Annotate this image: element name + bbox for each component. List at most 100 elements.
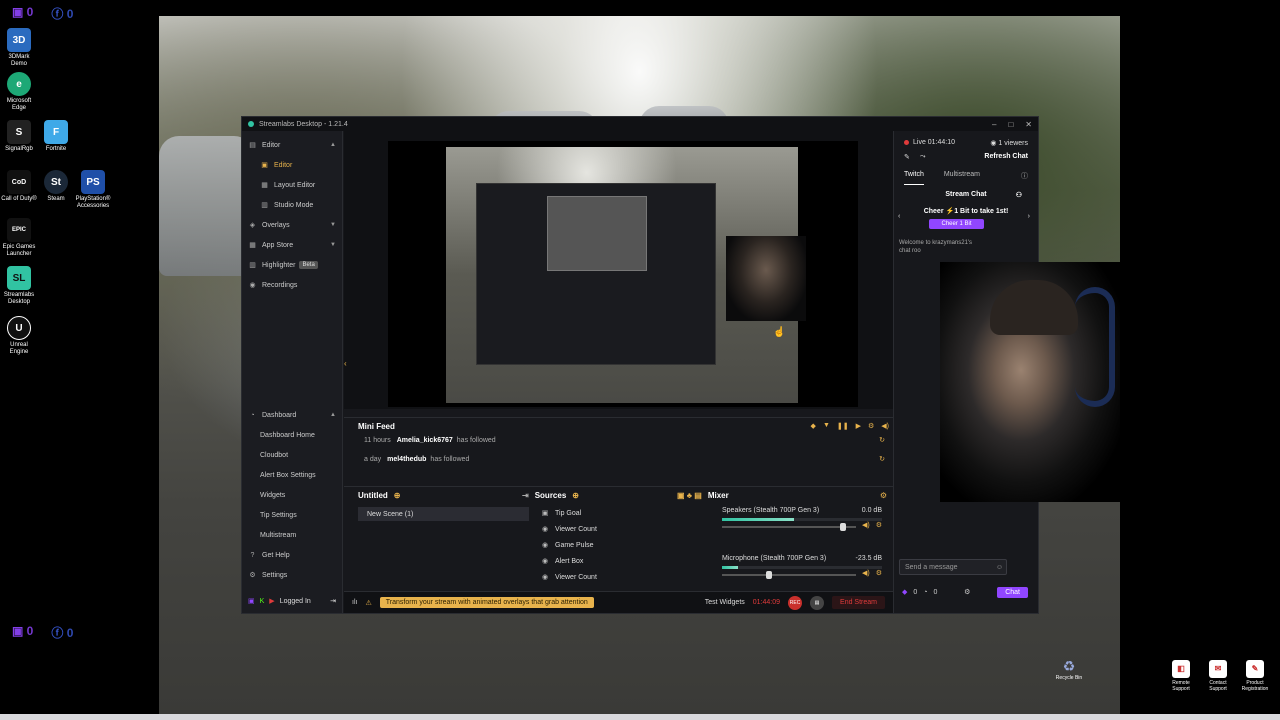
edit-icon[interactable]: ✎	[904, 153, 910, 161]
chat-message-input[interactable]: Send a message ☺	[899, 559, 1007, 575]
desktop-icon-unreal[interactable]: U Unreal Engine	[0, 316, 38, 356]
desktop-icon-streamlabs[interactable]: SL Streamlabs Desktop	[0, 266, 38, 306]
shield-icon[interactable]: ◆	[811, 422, 816, 430]
sidebar-item-widgets[interactable]: Widgets	[242, 485, 342, 505]
gear-icon[interactable]: ⚙	[876, 521, 882, 529]
kick-icon[interactable]: K	[260, 598, 265, 605]
bits-icon[interactable]: ◆	[902, 588, 907, 596]
sidebar-item-get-help[interactable]: ? Get Help	[242, 545, 342, 565]
stream-preview[interactable]: ‹	[344, 131, 893, 409]
sidebar-item-dashboard[interactable]: ◔ Dashboard ▲	[242, 405, 342, 425]
twitch-icon[interactable]: ▣	[248, 597, 255, 605]
tab-twitch[interactable]: Twitch	[904, 171, 924, 185]
desktop-icon-product-registration[interactable]: ✎ Product Registration	[1240, 660, 1270, 692]
sidebar-item-editor-sub[interactable]: ▣ Editor	[242, 155, 342, 175]
desktop-icon-contact-support[interactable]: ✉ Contact Support	[1203, 660, 1233, 692]
gear-icon[interactable]: ⚙	[964, 588, 970, 596]
desktop-icon-remote-support[interactable]: ◧ Remote Support	[1166, 660, 1196, 692]
beta-badge: Beta	[299, 261, 318, 269]
tab-multistream[interactable]: Multistream	[944, 171, 980, 185]
scene-item[interactable]: New Scene (1)	[358, 507, 529, 521]
chat-send-button[interactable]: Chat	[997, 586, 1028, 598]
source-tools-icon[interactable]: ▣ ♣ ▤	[677, 491, 702, 500]
source-item[interactable]: ◉ Viewer Count	[540, 521, 704, 537]
preview-canvas[interactable]	[388, 141, 858, 407]
filter-icon[interactable]: ▼	[823, 422, 830, 430]
sidebar-item-highlighter[interactable]: ▥ Highlighter Beta	[242, 255, 342, 275]
desktop-icon-epic[interactable]: EPIC Epic Games Launcher	[0, 218, 38, 258]
sidebar-item-layout-editor[interactable]: ▦ Layout Editor	[242, 175, 342, 195]
gear-icon[interactable]: ⚙	[876, 569, 882, 577]
sidebar-item-tip-settings[interactable]: Tip Settings	[242, 505, 342, 525]
end-stream-button[interactable]: End Stream	[832, 596, 885, 609]
mute-icon[interactable]: ◀)	[862, 569, 870, 577]
source-item[interactable]: ▣ Tip Goal	[540, 505, 704, 521]
desktop-icon-label: Microsoft Edge	[6, 98, 32, 111]
sidebar-item-alert-box-settings[interactable]: Alert Box Settings	[242, 465, 342, 485]
emote-icon[interactable]: ☺	[996, 564, 1003, 571]
desktop-icon-cod[interactable]: CoD Call of Duty®	[0, 170, 38, 203]
desktop-icon-edge[interactable]: e Microsoft Edge	[0, 72, 38, 112]
collapse-left-icon[interactable]: ‹	[344, 359, 347, 368]
promo-banner[interactable]: Transform your stream with animated over…	[379, 597, 594, 608]
eye-icon[interactable]: ◉	[540, 573, 550, 581]
replay-icon[interactable]: ↻	[879, 455, 885, 463]
source-item[interactable]: ◉ Viewer Count	[540, 569, 704, 585]
source-item[interactable]: ◉ Game Pulse	[540, 537, 704, 553]
volume-knob[interactable]	[839, 523, 846, 531]
share-icon[interactable]: ⤳	[920, 153, 926, 161]
desktop-icon-recycle-bin[interactable]: ♻ Recycle Bin	[1055, 658, 1083, 681]
minimize-icon[interactable]: –	[992, 120, 996, 129]
pause-icon[interactable]: ❚❚	[837, 422, 849, 430]
desktop-icon-signalrgb[interactable]: S SignalRgb	[0, 120, 38, 153]
volume-slider[interactable]	[722, 571, 856, 579]
eye-icon[interactable]: ◉	[540, 557, 550, 565]
mini-feed-title: Mini Feed	[358, 422, 395, 431]
sidebar-item-dashboard-home[interactable]: Dashboard Home	[242, 425, 342, 445]
replay-icon[interactable]: ↻	[879, 436, 885, 444]
logout-icon[interactable]: ⇥	[330, 597, 336, 605]
maximize-icon[interactable]: □	[1008, 120, 1013, 129]
window-title: Streamlabs Desktop - 1.21.4	[259, 120, 348, 128]
test-widgets-button[interactable]: Test Widgets	[705, 599, 745, 606]
add-source-icon[interactable]: ⊕	[572, 491, 579, 500]
sidebar-item-overlays[interactable]: ◈ Overlays ▼	[242, 215, 342, 235]
refresh-chat-button[interactable]: Refresh Chat	[984, 153, 1028, 160]
cheer-banner: Cheer ⚡1 Bit to take 1st!	[923, 208, 1009, 215]
volume-icon[interactable]: ◀)	[881, 422, 889, 430]
cheer-button[interactable]: Cheer 1 Bit	[929, 219, 984, 229]
gear-icon[interactable]: ⚙	[868, 422, 874, 430]
desktop-icon-playstation[interactable]: PS PlayStation® Accessories	[74, 170, 112, 210]
sidebar-item-studio-mode[interactable]: ▥ Studio Mode	[242, 195, 342, 215]
volume-slider[interactable]	[722, 523, 856, 531]
desktop-icon-steam[interactable]: St Steam	[37, 170, 75, 203]
info-icon[interactable]: ⓘ	[1021, 171, 1028, 185]
add-scene-icon[interactable]: ⊕	[394, 491, 401, 500]
close-icon[interactable]: ✕	[1025, 120, 1032, 129]
chevron-left-icon[interactable]: ‹	[898, 213, 900, 220]
source-visibility-icon[interactable]: ▣	[540, 509, 550, 517]
skip-icon[interactable]: ▶	[856, 422, 861, 430]
sidebar-item-app-store[interactable]: ▦ App Store ▼	[242, 235, 342, 255]
performance-icon[interactable]: ılı	[352, 599, 357, 606]
sidebar-item-settings[interactable]: ⚙ Settings	[242, 565, 342, 585]
points-icon[interactable]: ◔	[923, 589, 927, 596]
record-button[interactable]: REC	[788, 595, 803, 610]
desktop-icon-3dmark[interactable]: 3D 3DMark Demo	[0, 28, 38, 68]
youtube-icon[interactable]: ▶	[269, 597, 274, 605]
sidebar-item-recordings[interactable]: ◉ Recordings	[242, 275, 342, 295]
eye-icon[interactable]: ◉	[540, 525, 550, 533]
sidebar-item-cloudbot[interactable]: Cloudbot	[242, 445, 342, 465]
volume-knob[interactable]	[765, 571, 772, 579]
warning-icon[interactable]: ⚠	[365, 599, 371, 607]
eye-icon[interactable]: ◉	[540, 541, 550, 549]
sidebar-item-multistream[interactable]: Multistream	[242, 525, 342, 545]
source-item[interactable]: ◉ Alert Box	[540, 553, 704, 569]
desktop-icon-fortnite[interactable]: F Fortnite	[37, 120, 75, 153]
users-icon[interactable]: ⚇	[1016, 191, 1022, 199]
chevron-right-icon[interactable]: ›	[1028, 213, 1030, 220]
mute-icon[interactable]: ◀)	[862, 521, 870, 529]
mixer-gear-icon[interactable]: ⚙	[880, 491, 887, 500]
replay-buffer-button[interactable]: ▤	[810, 595, 825, 610]
sidebar-item-editor[interactable]: ▤ Editor ▲	[242, 135, 342, 155]
